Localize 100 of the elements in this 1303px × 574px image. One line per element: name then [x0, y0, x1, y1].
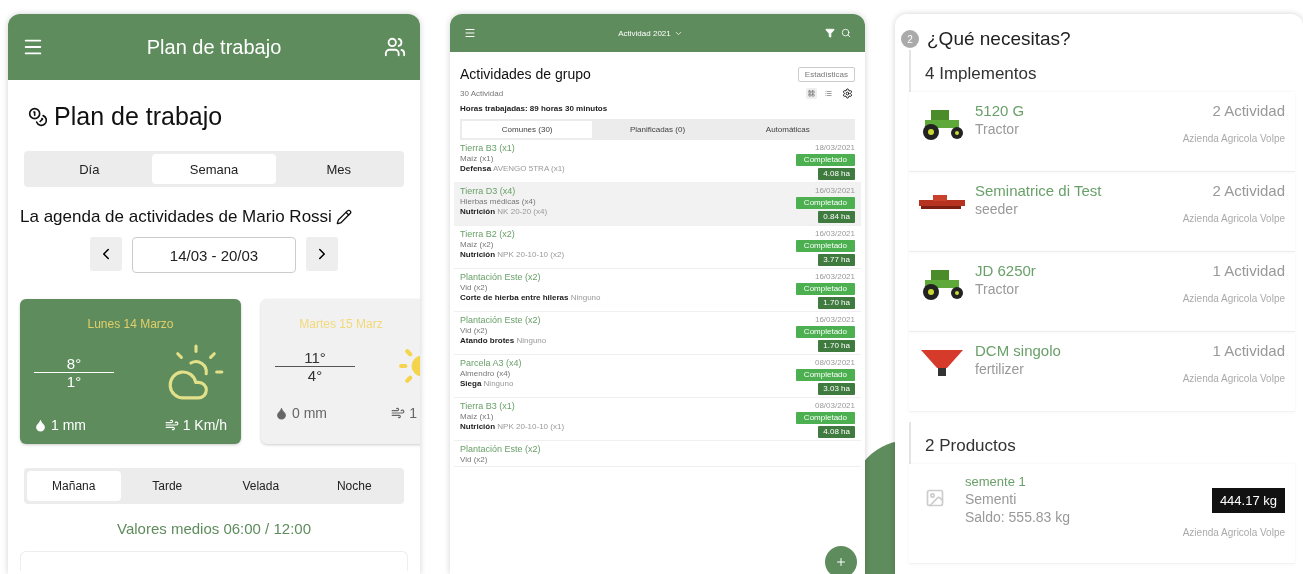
image-placeholder-icon	[925, 488, 945, 508]
implement-type: Tractor	[975, 121, 1020, 137]
page-heading: Plan de trabajo	[54, 102, 223, 131]
activity-date: 16/03/2021	[814, 272, 855, 281]
operation-text: Nutrición NPK 20-10-10 (x2)	[460, 250, 565, 259]
area-badge: 4.08 ha	[818, 426, 855, 438]
activity-count: 30 Actividad	[460, 89, 504, 98]
crop-name: Almendro (x4)	[460, 369, 512, 378]
activity-count: 1 Actividad	[1212, 342, 1285, 359]
status-badge: Completado	[795, 154, 855, 166]
crop-name: Maíz (x2)	[460, 240, 495, 249]
year-selector[interactable]: Actividad 2021	[618, 28, 683, 38]
min-temperature: 1°	[66, 372, 82, 390]
area-badge: 3.03 ha	[818, 383, 855, 395]
crop-name: Vid (x2)	[460, 455, 489, 464]
implement-name: 5120 G	[975, 102, 1026, 119]
list-tab[interactable]: Planificadas (0)	[592, 121, 723, 138]
quantity-badge: 444.17 kg	[1211, 488, 1285, 513]
implements-title: 4 Implementos	[925, 64, 1037, 83]
search-icon[interactable]	[841, 28, 851, 38]
seeder-image	[917, 194, 967, 209]
section-title: Actividades de grupo	[460, 66, 591, 82]
rain-value: 0 mm	[292, 405, 327, 421]
activity-date: 18/03/2021	[814, 143, 855, 152]
weather-card[interactable]: Lunes 14 Marzo 8° 1° 1 mm 1 Km/h	[20, 299, 241, 444]
status-badge: Completado	[795, 283, 855, 295]
filter-icon[interactable]	[825, 28, 835, 38]
period-tab[interactable]: Tarde	[120, 471, 214, 501]
step-title: ¿Qué necesitas?	[927, 28, 1071, 50]
list-icon[interactable]	[823, 88, 834, 99]
list-tab[interactable]: Comunes (30)	[462, 121, 593, 138]
product-name: semente 1	[965, 474, 1027, 489]
status-badge: Completado	[795, 240, 855, 252]
field-name: Tierra D3 (x4)	[460, 186, 517, 196]
weather-day: Lunes 14 Marzo	[34, 317, 227, 331]
agenda-title: La agenda de actividades de Mario Rossi	[20, 207, 332, 227]
min-temperature: 4°	[307, 366, 323, 384]
field-name: Plantación Este (x2)	[460, 444, 541, 454]
view-tab[interactable]: Semana	[151, 154, 277, 184]
averages-label: Valores medios 06:00 / 12:00	[116, 520, 312, 537]
activity-count: 2 Actividad	[1212, 182, 1285, 199]
field-name: Tierra B2 (x2)	[460, 229, 516, 239]
implement-type: seeder	[975, 201, 1019, 217]
area-badge: 1.70 ha	[818, 297, 855, 309]
rain-value: 1 mm	[51, 417, 86, 433]
crop-name: Maíz (x1)	[460, 154, 495, 163]
users-icon[interactable]	[384, 36, 406, 58]
activity-date: 08/03/2021	[814, 358, 855, 367]
coins-icon	[28, 106, 48, 127]
next-button[interactable]	[306, 237, 338, 271]
product-card[interactable]: semente 1 Sementi Saldo: 555.83 kg 444.17 kg Azienda Agricola Volpe	[909, 464, 1295, 564]
area-badge: 3.77 ha	[818, 254, 855, 266]
step-badge: 2	[901, 30, 919, 48]
farm-name: Azienda Agricola Volpe	[1182, 133, 1285, 144]
products-title: 2 Productos	[925, 436, 1016, 455]
view-tab[interactable]: Día	[27, 154, 152, 184]
activity-row[interactable]: Tierra D3 (x4) Hierbas médicas (x4) Nutrición NK 20-20 (x4) 16/03/2021 Completado 0.84 ha	[454, 183, 861, 226]
max-temperature: 11°	[304, 348, 326, 366]
implement-name: DCM singolo	[975, 342, 1062, 359]
implement-name: JD 6250r	[975, 262, 1037, 279]
operation-text: Siega Ninguno	[460, 379, 515, 388]
previous-button[interactable]	[90, 237, 122, 271]
grid-icon[interactable]	[806, 88, 817, 99]
period-tab[interactable]: Noche	[307, 471, 401, 501]
farm-name: Azienda Agricola Volpe	[1182, 373, 1285, 384]
add-button[interactable]	[825, 546, 857, 574]
farm-name: Azienda Agricola Volpe	[1182, 527, 1285, 538]
field-name: Parcela A3 (x4)	[460, 358, 522, 368]
crop-name: Vid (x2)	[460, 283, 489, 292]
crop-name: Vid (x2)	[460, 326, 489, 335]
period-tab[interactable]: Velada	[214, 471, 308, 501]
settings-icon[interactable]	[840, 86, 855, 101]
stats-button[interactable]: Estadísticas	[797, 66, 855, 82]
wind-icon	[391, 406, 406, 420]
product-balance: Saldo: 555.83 kg	[965, 509, 1072, 525]
activity-date: 16/03/2021	[814, 186, 855, 195]
list-tab[interactable]: Automáticas	[722, 121, 853, 138]
drop-icon	[34, 418, 47, 432]
product-category: Sementi	[965, 491, 1018, 507]
field-name: Plantación Este (x2)	[460, 315, 542, 325]
wind-icon	[164, 418, 179, 432]
operation-text: Nutrición NK 20-20 (x4)	[460, 207, 548, 216]
operation-text: Corte de hierba entre hileras Ninguno	[460, 293, 601, 302]
implement-type: fertilizer	[975, 361, 1025, 377]
status-badge: Completado	[795, 326, 855, 338]
view-tab[interactable]: Mes	[276, 154, 401, 184]
menu-icon[interactable]	[464, 27, 476, 39]
activity-date: 16/03/2021	[814, 229, 855, 238]
max-temperature: 8°	[66, 354, 82, 372]
field-name: Tierra B3 (x1)	[460, 401, 516, 411]
hours-worked: Horas trabajadas: 89 horas 30 minutos	[460, 104, 609, 113]
drop-icon	[275, 406, 288, 420]
weather-card[interactable]: Martes 15 Marz 11° 4° 0 mm 1	[261, 299, 420, 444]
farm-name: Azienda Agricola Volpe	[1182, 293, 1285, 304]
field-name: Plantación Este (x2)	[460, 272, 542, 282]
pencil-icon[interactable]	[335, 209, 352, 225]
weather-day: Martes 15 Marz	[275, 317, 417, 331]
area-badge: 1.70 ha	[818, 340, 855, 352]
period-tab[interactable]: Mañana	[27, 471, 121, 501]
date-range-field[interactable]: 14/03 - 20/03	[132, 237, 296, 273]
